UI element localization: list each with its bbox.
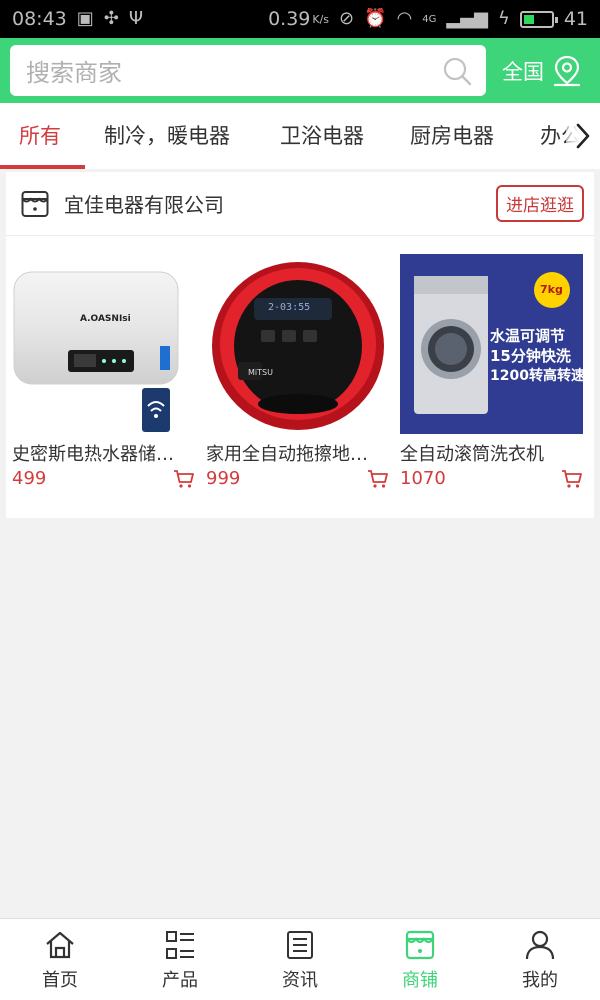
product-image-brand: MiTSU	[248, 368, 273, 377]
cart-icon[interactable]	[561, 469, 583, 489]
location-pin-icon	[553, 55, 581, 86]
category-tabs: 所有 制冷，暖电器 卫浴电器 厨房电器 办公	[0, 103, 600, 169]
tab-all[interactable]: 所有	[19, 103, 61, 169]
product-image-washing-machine[interactable]: 7kg 水温可调节 15分钟快洗 1200转高转速	[400, 254, 583, 434]
wifi-icon: ◠	[396, 8, 413, 29]
mute-icon: ⊘	[339, 8, 355, 29]
shop-header: 宜佳电器有限公司 进店逛逛	[6, 172, 594, 236]
store-icon	[405, 930, 435, 959]
product-image-caption-line: 1200转高转速	[490, 368, 583, 384]
product-image-display: 2-03:55	[268, 302, 311, 313]
product-image-water-heater[interactable]: A.OASNIsi	[12, 254, 195, 434]
tabs-scroll-button[interactable]	[566, 103, 600, 169]
product-bottom: 999	[206, 468, 389, 489]
nav-label: 商铺	[402, 969, 438, 991]
product-image-caption-line: 15分钟快洗	[490, 347, 571, 365]
shop-card: 宜佳电器有限公司 进店逛逛 A.OASNIsi 史密斯电热水器储… 499 2-…	[6, 172, 594, 518]
news-icon	[287, 930, 313, 959]
shop-name: 宜佳电器有限公司	[64, 193, 224, 217]
bottom-nav: 首页 产品 资讯 商铺 我的	[0, 918, 600, 1000]
shop-title[interactable]: 宜佳电器有限公司	[20, 189, 224, 219]
signal-icon: ▂▄▆	[446, 8, 488, 29]
product-name: 全自动滚筒洗衣机	[400, 444, 544, 465]
user-icon	[525, 930, 555, 959]
usb-icon: Ψ	[128, 8, 144, 29]
tab-bathroom[interactable]: 卫浴电器	[280, 103, 364, 169]
product-bottom: 1070	[400, 468, 583, 489]
product-image-badge: 7kg	[540, 283, 563, 296]
tab-kitchen[interactable]: 厨房电器	[410, 103, 494, 169]
cart-icon[interactable]	[367, 469, 389, 489]
nav-label: 资讯	[282, 969, 318, 991]
product-price: 1070	[400, 468, 446, 489]
nav-profile[interactable]: 我的	[480, 919, 600, 1000]
status-time: 08:43	[12, 8, 67, 30]
alarm-icon: ⏰	[364, 8, 387, 29]
nav-label: 首页	[42, 969, 78, 991]
nav-news[interactable]: 资讯	[240, 919, 360, 1000]
product-image-caption: 水温可调节 15分钟快洗 1200转高转速	[490, 326, 583, 386]
product-image-caption-line: 水温可调节	[490, 327, 566, 345]
nav-products[interactable]: 产品	[120, 919, 240, 1000]
product-price: 999	[206, 468, 241, 489]
product-name: 史密斯电热水器储…	[12, 444, 174, 465]
product-price: 499	[12, 468, 47, 489]
visit-store-button[interactable]: 进店逛逛	[496, 185, 584, 222]
image-notification-icon: ▣	[76, 8, 94, 29]
active-tab-indicator	[0, 165, 85, 169]
product-image-robot-vacuum[interactable]: 2-03:55 MiTSU	[206, 254, 389, 434]
battery-level: 41	[563, 8, 588, 30]
product-name: 家用全自动拖擦地…	[206, 444, 368, 465]
product-list: A.OASNIsi 史密斯电热水器储… 499 2-03:55 MiTSU 家用…	[6, 236, 594, 518]
tab-cooling-heating[interactable]: 制冷，暖电器	[104, 103, 230, 169]
net-speed: 0.39	[268, 8, 311, 30]
store-icon	[21, 190, 49, 217]
product-bottom: 499	[12, 468, 195, 489]
net-unit: K/s	[312, 12, 330, 26]
network-type: 4G	[422, 13, 437, 25]
search-icon[interactable]	[442, 56, 472, 86]
nav-stores[interactable]: 商铺	[360, 919, 480, 1000]
status-bar: 08:43 ▣ ✣ Ψ 0.39 K/s ⊘ ⏰ ◠ 4G ▂▄▆ ϟ 41	[0, 0, 600, 38]
region-label: 全国	[502, 59, 544, 84]
product-item[interactable]: 2-03:55 MiTSU 家用全自动拖擦地… 999	[206, 254, 389, 489]
battery-fill	[523, 14, 535, 24]
product-item[interactable]: A.OASNIsi 史密斯电热水器储… 499	[12, 254, 195, 489]
region-selector[interactable]: 全国	[502, 55, 582, 87]
battery-icon	[519, 10, 558, 28]
status-left: 08:43 ▣ ✣ Ψ	[12, 8, 143, 30]
search-placeholder: 搜索商家	[26, 59, 122, 87]
grid-list-icon	[166, 930, 194, 959]
nav-label: 产品	[162, 969, 198, 991]
status-right: 0.39 K/s ⊘ ⏰ ◠ 4G ▂▄▆ ϟ 41	[268, 8, 588, 30]
fan-notification-icon: ✣	[103, 8, 119, 29]
home-icon	[46, 931, 74, 958]
nav-home[interactable]: 首页	[0, 919, 120, 1000]
chevron-right-icon	[576, 123, 590, 149]
product-item[interactable]: 7kg 水温可调节 15分钟快洗 1200转高转速 全自动滚筒洗衣机 1070	[400, 254, 583, 489]
search-input[interactable]: 搜索商家	[10, 45, 486, 96]
nav-label: 我的	[522, 969, 558, 991]
cart-icon[interactable]	[173, 469, 195, 489]
header: 搜索商家 全国	[0, 38, 600, 103]
charging-icon: ϟ	[497, 8, 510, 29]
product-image-brand: A.OASNIsi	[80, 314, 131, 324]
